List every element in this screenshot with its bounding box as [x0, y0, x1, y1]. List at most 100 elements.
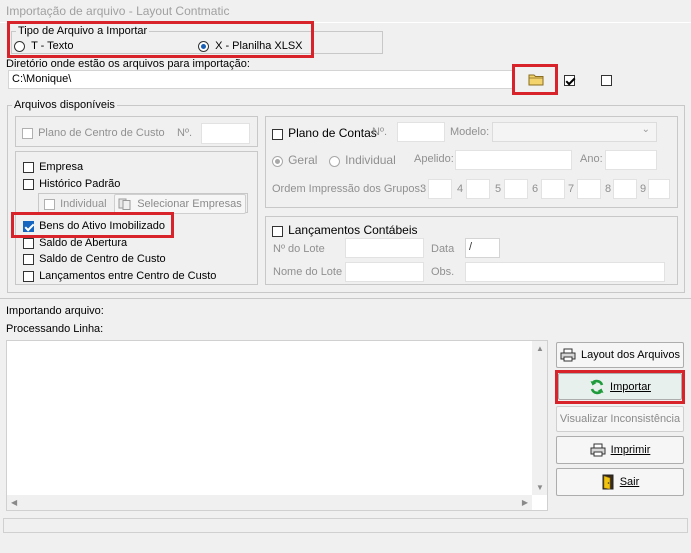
saldo-centro-custo-check[interactable] — [23, 253, 34, 265]
scroll-left-icon[interactable]: ◀ — [11, 498, 17, 507]
grupo-9-input[interactable] — [648, 179, 670, 199]
importar-label: Importar — [610, 380, 651, 393]
empresa-label: Empresa — [39, 161, 84, 173]
individual2-radio[interactable] — [329, 155, 340, 167]
scroll-up-icon[interactable]: ▲ — [536, 344, 544, 353]
centro-custo-no-input[interactable] — [201, 123, 250, 144]
folder-button[interactable] — [516, 67, 556, 92]
individual-check[interactable] — [44, 198, 55, 210]
tipo-arquivo-legend: Tipo de Arquivo a Importar — [18, 25, 148, 37]
log-horizontal-scrollbar[interactable]: ◀ ▶ — [7, 495, 532, 510]
log-vertical-scrollbar[interactable]: ▲ ▼ — [532, 341, 547, 495]
chevron-down-icon: ⌄ — [641, 124, 650, 135]
saldo-abertura-option[interactable]: Saldo de Abertura — [23, 237, 127, 249]
nome-lote-input[interactable] — [345, 262, 424, 282]
radio-texto-circle[interactable] — [14, 40, 25, 52]
saldo-abertura-label: Saldo de Abertura — [39, 237, 128, 249]
grupo-6-label: 6 — [532, 183, 539, 195]
grupo-3-input[interactable] — [428, 179, 452, 199]
data-input[interactable]: / — [465, 238, 500, 258]
plano-centro-custo-check[interactable] — [22, 127, 33, 139]
folder-icon — [528, 74, 544, 86]
grupo-5-input[interactable] — [504, 179, 528, 199]
saldo-abertura-check[interactable] — [23, 237, 34, 249]
lanc-contabeis-option[interactable]: Lançamentos Contábeis — [272, 223, 417, 237]
geral-label: Geral — [288, 153, 318, 167]
plano-contas-check[interactable] — [272, 128, 283, 140]
nome-lote-label: Nome do Lote — [273, 266, 343, 278]
obs-input[interactable] — [465, 262, 665, 282]
diretorio-input[interactable]: C:\Monique\ — [8, 70, 514, 89]
visualizar-inconsistencia-button[interactable]: Visualizar Inconsistência — [556, 406, 684, 432]
sair-label: Sair — [619, 476, 640, 488]
grupo-6-input[interactable] — [541, 179, 565, 199]
grupo-8-input[interactable] — [613, 179, 637, 199]
individual2-label: Individual — [345, 153, 396, 167]
individual2-option[interactable]: Individual — [329, 153, 396, 167]
window-title: Importação de arquivo - Layout Contmatic — [6, 4, 230, 18]
printer-icon — [560, 348, 576, 362]
log-textarea[interactable] — [6, 340, 548, 511]
diretorio-label: Diretório onde estão os arquivos para im… — [6, 58, 250, 70]
bens-ativo-check[interactable] — [23, 220, 34, 232]
plano-contas-no-label: Nº. — [372, 126, 388, 138]
no-lote-label: Nº do Lote — [273, 243, 325, 255]
status-bar — [3, 518, 688, 533]
plano-contas-option[interactable]: Plano de Contas — [272, 126, 377, 140]
obs-label: Obs. — [431, 266, 455, 278]
saldo-centro-custo-label: Saldo de Centro de Custo — [39, 253, 166, 265]
ano-input[interactable] — [605, 150, 657, 170]
historico-option[interactable]: Histórico Padrão — [23, 178, 120, 190]
grupo-5-label: 5 — [495, 183, 502, 195]
radio-texto[interactable]: T - Texto — [14, 40, 73, 52]
grupo-7-input[interactable] — [577, 179, 601, 199]
radio-texto-label: T - Texto — [31, 40, 74, 52]
apelido-input[interactable] — [455, 150, 572, 170]
modelo-select[interactable]: ⌄ — [492, 122, 657, 142]
plano-contas-label: Plano de Contas — [288, 126, 377, 140]
diretorio-check-1[interactable] — [564, 74, 575, 86]
ano-label: Ano: — [580, 153, 603, 165]
importar-button[interactable]: Importar — [558, 373, 682, 400]
plano-contas-no-input[interactable] — [397, 122, 445, 142]
geral-option[interactable]: Geral — [272, 153, 317, 167]
bens-ativo-label: Bens do Ativo Imobilizado — [39, 220, 166, 232]
modelo-label: Modelo: — [450, 126, 490, 138]
sair-button[interactable]: Sair — [556, 468, 684, 496]
scroll-down-icon[interactable]: ▼ — [536, 483, 544, 492]
lanc-centro-custo-option[interactable]: Lançamentos entre Centro de Custo — [23, 270, 216, 282]
individual-option[interactable]: Individual — [44, 198, 107, 210]
plano-centro-custo-option[interactable]: Plano de Centro de Custo — [22, 127, 165, 139]
bens-ativo-option[interactable]: Bens do Ativo Imobilizado — [23, 220, 165, 232]
empresa-check[interactable] — [23, 161, 34, 173]
lanc-contabeis-label: Lançamentos Contábeis — [288, 223, 418, 237]
status-divider — [0, 298, 691, 299]
imprimir-label: Imprimir — [610, 444, 651, 456]
imprimir-button[interactable]: Imprimir — [556, 436, 684, 464]
saldo-centro-custo-option[interactable]: Saldo de Centro de Custo — [23, 253, 166, 265]
plano-centro-custo-label: Plano de Centro de Custo — [38, 127, 165, 139]
geral-radio[interactable] — [272, 155, 283, 167]
scroll-right-icon[interactable]: ▶ — [522, 498, 528, 507]
visualizar-inconsistencia-label: Visualizar Inconsistência — [559, 413, 681, 425]
selecionar-empresas-label: Selecionar Empresas — [137, 198, 242, 210]
lanc-centro-custo-check[interactable] — [23, 270, 34, 282]
historico-check[interactable] — [23, 178, 34, 190]
radio-planilha[interactable]: X - Planilha XLSX — [198, 40, 303, 52]
individual-label: Individual — [60, 198, 107, 210]
grupo-8-label: 8 — [605, 183, 612, 195]
grupo-7-label: 7 — [568, 183, 575, 195]
centro-custo-no-label: Nº. — [177, 127, 193, 139]
printer-icon — [590, 443, 606, 457]
historico-label: Histórico Padrão — [39, 178, 121, 190]
diretorio-check-2[interactable] — [601, 74, 613, 86]
grupo-4-input[interactable] — [466, 179, 490, 199]
processando-label: Processando Linha: — [6, 323, 104, 335]
empresa-option[interactable]: Empresa — [23, 161, 83, 173]
radio-planilha-circle[interactable] — [198, 40, 209, 52]
layout-arquivos-button[interactable]: Layout dos Arquivos — [556, 342, 684, 368]
grupo-3-label: 3 — [420, 183, 427, 195]
selecionar-empresas-button[interactable]: Selecionar Empresas — [114, 194, 246, 214]
no-lote-input[interactable] — [345, 238, 424, 258]
lanc-contabeis-check[interactable] — [272, 225, 283, 237]
